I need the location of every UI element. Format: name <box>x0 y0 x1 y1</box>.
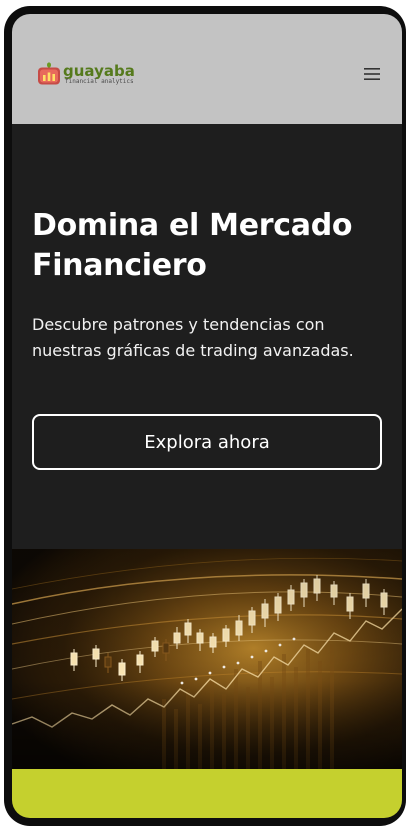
brand-name: guayaba <box>63 61 135 80</box>
brand-tagline: financial analytics <box>65 78 134 85</box>
hero-title: Domina el Mercado Financiero <box>32 208 353 283</box>
bar-chart-logo-icon <box>37 62 61 86</box>
lime-accent-band <box>12 769 402 818</box>
hamburger-menu-button[interactable] <box>360 62 384 86</box>
hamburger-menu-icon <box>364 68 380 80</box>
hero-section: Domina el Mercado Financiero Descubre pa… <box>12 124 402 549</box>
hero-subtitle: Descubre patrones y tendencias con nuest… <box>32 315 354 360</box>
trading-chart-image <box>12 549 402 769</box>
phone-frame: guayaba financial analytics Domina el Me… <box>4 6 406 826</box>
site-header: guayaba financial analytics <box>12 14 402 124</box>
explore-button[interactable]: Explora ahora <box>32 414 382 470</box>
screen: guayaba financial analytics Domina el Me… <box>12 14 402 818</box>
brand-logo[interactable]: guayaba financial analytics <box>37 58 135 90</box>
